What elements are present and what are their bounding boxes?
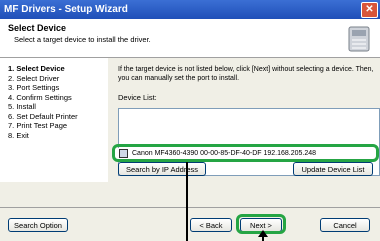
update-device-list-button[interactable]: Update Device List (293, 162, 373, 176)
step-item: 1. Select Device (8, 64, 65, 73)
window-title: MF Drivers - Setup Wizard (4, 4, 128, 15)
divider (0, 207, 380, 208)
content-panel: If the target device is not listed below… (108, 58, 380, 182)
step-item: 5. Install (8, 102, 36, 111)
step-item: 8. Exit (8, 130, 29, 140)
step-item: 2. Select Driver (8, 73, 60, 83)
instruction-text: If the target device is not listed below… (118, 66, 374, 82)
device-row-highlight (112, 144, 379, 162)
step-item: 7. Print Test Page (8, 121, 68, 130)
step-item: 4. Confirm Settings (8, 92, 72, 102)
device-list-label: Device List: (118, 93, 157, 102)
search-by-ip-button[interactable]: Search by IP Address (118, 162, 206, 176)
cancel-button[interactable]: Cancel (320, 218, 370, 232)
back-button[interactable]: < Back (190, 218, 232, 232)
steps-panel: 1. Select Device 2. Select Driver 3. Por… (0, 58, 108, 182)
search-option-button[interactable]: Search Option (8, 218, 68, 232)
arrow-up-icon (258, 230, 268, 237)
step-item: 3. Port Settings (8, 83, 60, 92)
step-list: 1. Select Device 2. Select Driver 3. Por… (0, 58, 108, 140)
close-icon[interactable]: ✕ (361, 2, 378, 18)
callout-stem (262, 237, 264, 241)
window-titlebar: MF Drivers - Setup Wizard ✕ (0, 0, 380, 19)
callout-line (186, 162, 188, 241)
page-subtitle: Select a target device to install the dr… (14, 35, 151, 44)
printer-icon (348, 26, 370, 52)
step-item: 6. Set Default Printer (8, 111, 78, 121)
wizard-header: Select Device Select a target device to … (0, 19, 380, 58)
page-title: Select Device (8, 23, 67, 33)
